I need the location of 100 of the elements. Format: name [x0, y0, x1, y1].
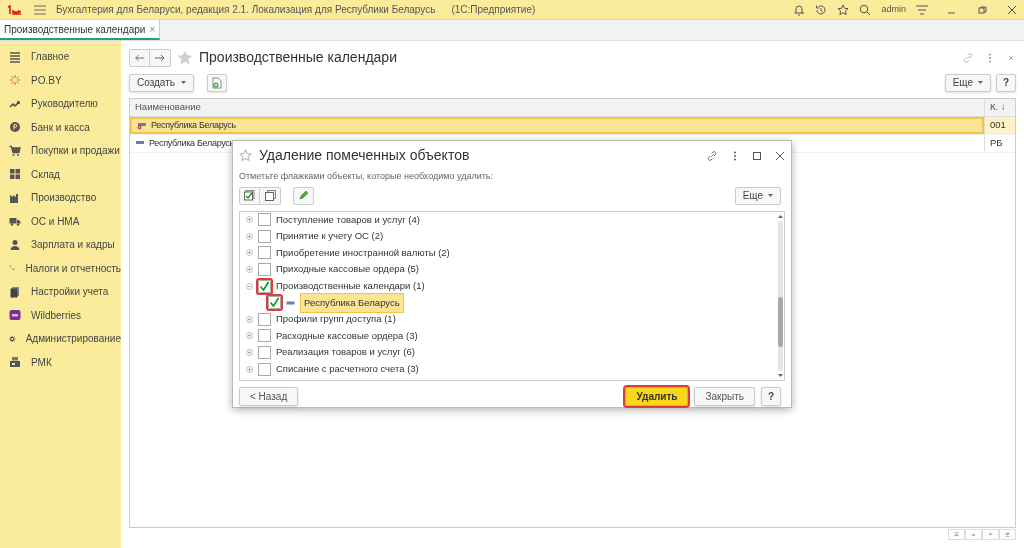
check-all-button[interactable] — [239, 186, 260, 205]
more-icon[interactable] — [731, 149, 739, 162]
checkbox[interactable] — [268, 296, 281, 310]
expand-icon[interactable] — [246, 332, 253, 340]
link-icon[interactable] — [962, 51, 974, 64]
tree-item[interactable]: Расходные кассовые ордера (3) — [276, 328, 418, 344]
delete-button[interactable]: Удалить — [625, 386, 689, 406]
calendar-icon — [286, 300, 295, 305]
checkbox[interactable] — [258, 362, 271, 376]
more-button[interactable]: Еще — [734, 186, 781, 205]
more-icon[interactable] — [986, 51, 994, 64]
sidebar-item[interactable]: Банк и касса — [31, 119, 90, 135]
checkbox[interactable] — [258, 263, 271, 277]
expand-icon[interactable] — [246, 266, 253, 274]
tree-item[interactable]: Реализация товаров и услуг (6) — [276, 345, 415, 360]
form-title: Производственные календари — [199, 48, 397, 67]
sidebar-item[interactable]: Склад — [31, 166, 60, 182]
sidebar-item[interactable]: Зарплата и кадры — [31, 237, 115, 253]
sidebar-item[interactable]: Главное — [31, 49, 70, 65]
list-icon — [9, 50, 21, 63]
create-button[interactable]: Создать — [129, 73, 194, 92]
burst-icon — [9, 74, 21, 87]
checkbox[interactable] — [258, 312, 271, 326]
sidebar-item[interactable]: Производство — [31, 190, 97, 206]
star-icon[interactable] — [837, 3, 850, 16]
expand-icon[interactable] — [246, 315, 253, 323]
sidebar-item[interactable]: РМК — [31, 354, 52, 370]
search-icon[interactable] — [859, 3, 872, 16]
tree-item[interactable]: Профили групп доступа (1) — [276, 312, 396, 327]
dialog-button[interactable]: < Назад — [239, 386, 299, 406]
tab-label: Производственные календари — [4, 22, 146, 37]
help-button[interactable]: ? — [761, 386, 781, 406]
tree-item[interactable]: Принятие к учету ОС (2) — [276, 229, 384, 244]
add-file-button[interactable] — [207, 73, 227, 92]
more-button[interactable]: Еще — [944, 73, 991, 92]
checkbox[interactable] — [258, 213, 271, 227]
expand-icon[interactable] — [246, 216, 253, 224]
person-icon — [9, 238, 21, 251]
close-icon[interactable] — [775, 150, 785, 161]
dialog-button[interactable]: Закрыть — [694, 386, 755, 406]
sidebar-item[interactable]: Администрирование — [25, 331, 121, 347]
tree-item[interactable]: Поступление товаров и услуг (4) — [276, 212, 420, 227]
dialog-title: Удаление помеченных объектов — [259, 146, 470, 165]
tree-item[interactable]: Республика Беларусь — [300, 292, 404, 313]
user-name[interactable]: admin — [881, 2, 906, 17]
truck-icon — [9, 215, 21, 228]
table-cell: 001 — [990, 118, 1006, 133]
cash-register-icon — [9, 356, 21, 369]
checkbox[interactable] — [258, 229, 271, 243]
sidebar-item[interactable]: PO.BY — [31, 72, 62, 88]
sidebar-item[interactable]: ОС и НМА — [31, 213, 80, 229]
instruction-text: Отметьте флажками объекты, которые необходимо удалить: — [239, 170, 495, 183]
edit-button[interactable] — [293, 186, 314, 205]
scroll-bottom-icon[interactable] — [999, 529, 1016, 540]
sidebar-item[interactable]: Налоги и отчетность — [25, 260, 121, 276]
star-icon[interactable] — [239, 149, 252, 162]
expand-icon[interactable] — [246, 249, 253, 257]
close-icon[interactable] — [1006, 4, 1018, 15]
expand-icon[interactable] — [246, 365, 253, 373]
restore-icon[interactable] — [976, 4, 988, 15]
link-icon[interactable] — [706, 149, 718, 162]
scroll-up-icon[interactable] — [777, 213, 783, 218]
bell-icon[interactable] — [793, 3, 806, 16]
checkbox[interactable] — [258, 279, 271, 293]
tree-item[interactable]: Производственные календари (1) — [276, 279, 425, 294]
sidebar-item[interactable]: Настройки учета — [31, 284, 109, 300]
tree-item[interactable]: Приобретение иностранной валюты (2) — [276, 245, 450, 261]
scroll-thumb[interactable] — [777, 296, 783, 347]
maximize-icon[interactable] — [752, 150, 762, 161]
help-button[interactable]: ? — [996, 73, 1016, 92]
table-cell: РБ — [990, 136, 1003, 151]
history-icon[interactable] — [815, 3, 828, 16]
checkbox[interactable] — [258, 346, 271, 360]
uncheck-all-button[interactable] — [260, 186, 281, 205]
sidebar-item[interactable]: Wildberries — [31, 307, 81, 323]
coin-icon — [9, 121, 21, 134]
star-icon[interactable] — [177, 49, 193, 66]
menu-icon[interactable] — [34, 4, 46, 15]
bag-icon — [9, 309, 21, 322]
expand-icon[interactable] — [246, 232, 253, 240]
sidebar-item[interactable]: Покупки и продажи — [31, 143, 120, 159]
scroll-down-icon[interactable] — [777, 373, 783, 378]
scroll-top-icon[interactable] — [948, 529, 965, 540]
check-icon — [269, 297, 280, 309]
open-tab[interactable]: Производственные календари × — [0, 20, 161, 40]
column-header[interactable]: Наименование — [130, 99, 984, 116]
sidebar-item[interactable]: Руководителю — [31, 96, 98, 112]
close-tab-button[interactable]: × — [149, 21, 156, 37]
caret-icon — [181, 81, 186, 84]
tree-item[interactable]: Приходные кассовые ордера (5) — [276, 262, 419, 277]
checkbox[interactable] — [258, 246, 271, 260]
checkbox-checked-icon — [244, 190, 255, 201]
checkbox[interactable] — [258, 329, 271, 343]
expand-icon[interactable] — [246, 349, 253, 357]
collapse-icon[interactable] — [246, 282, 253, 290]
tree-item[interactable]: Списание с расчетного счета (3) — [276, 362, 419, 377]
table-cell-text: Республика Беларусь — [149, 136, 234, 150]
column-header[interactable]: К. ↓ — [984, 99, 1015, 116]
filter-icon[interactable] — [916, 4, 928, 15]
cart-icon — [9, 144, 21, 157]
